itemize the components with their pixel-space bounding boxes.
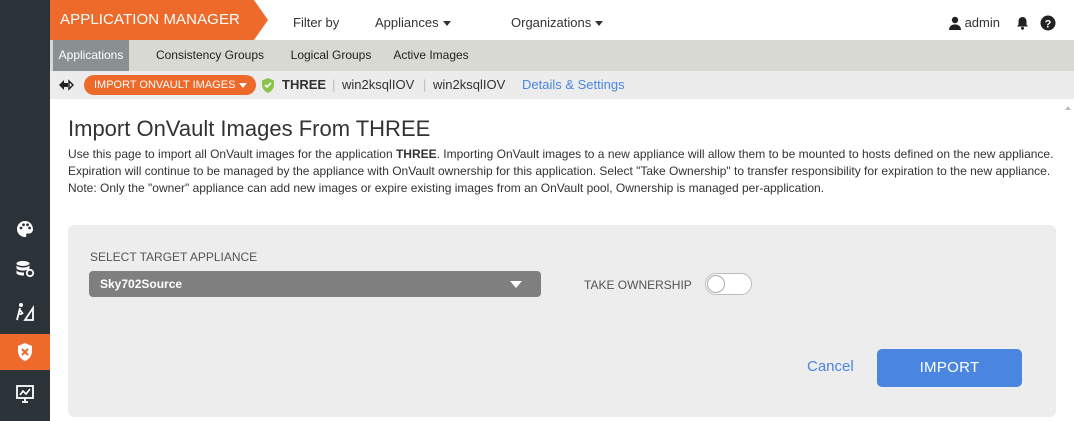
take-ownership-label: TAKE OWNERSHIP — [584, 278, 692, 292]
database-gear-icon[interactable] — [0, 251, 50, 287]
organizations-label: Organizations — [511, 15, 592, 30]
page-title: Import OnVault Images From THREE — [68, 116, 431, 141]
tab-bar: Applications Consistency Groups Logical … — [50, 40, 1074, 71]
help-icon[interactable]: ? — [1040, 15, 1056, 36]
monitor-chart-icon[interactable] — [0, 376, 50, 412]
breadcrumb: IMPORT ONVAULT IMAGES THREE | win2ksqlIO… — [50, 71, 1074, 99]
description-text-1: Use this page to import all OnVault imag… — [68, 147, 396, 161]
chevron-down-icon — [442, 21, 451, 27]
import-form-panel: SELECT TARGET APPLIANCE Sky702Source TAK… — [68, 225, 1056, 417]
application-name[interactable]: THREE — [282, 71, 326, 99]
target-appliance-value: Sky702Source — [100, 277, 183, 291]
import-onvault-images-menu[interactable]: IMPORT ONVAULT IMAGES — [84, 75, 256, 95]
workflow-icon[interactable] — [0, 294, 50, 330]
tab-applications[interactable]: Applications — [53, 40, 129, 71]
target-appliance-label: SELECT TARGET APPLIANCE — [90, 250, 258, 264]
svg-text:?: ? — [1045, 18, 1052, 30]
appliances-label: Appliances — [375, 15, 439, 30]
cancel-button[interactable]: Cancel — [807, 358, 854, 375]
page-description: Use this page to import all OnVault imag… — [68, 146, 1058, 197]
app-brand[interactable]: APPLICATION MANAGER — [50, 0, 268, 40]
import-onvault-images-label: IMPORT ONVAULT IMAGES — [94, 79, 236, 91]
scrollbar-up-arrow[interactable] — [1062, 100, 1074, 114]
tab-consistency-groups[interactable]: Consistency Groups — [145, 40, 275, 71]
breadcrumb-divider: | — [332, 77, 336, 92]
target-appliance-select[interactable]: Sky702Source — [89, 271, 541, 297]
details-settings-link[interactable]: Details & Settings — [522, 71, 625, 99]
bell-icon[interactable] — [1016, 16, 1029, 35]
take-ownership-toggle[interactable] — [705, 273, 752, 295]
left-nav-rail — [0, 0, 50, 421]
back-forward-icon[interactable] — [58, 78, 74, 97]
breadcrumb-divider: | — [423, 77, 427, 92]
top-bar: APPLICATION MANAGER Filter by Appliances… — [50, 0, 1074, 40]
chevron-down-icon — [510, 281, 522, 288]
user-icon[interactable] — [948, 16, 962, 35]
palette-icon[interactable] — [0, 211, 50, 247]
import-button[interactable]: IMPORT — [877, 349, 1022, 387]
toggle-knob — [707, 275, 725, 293]
chevron-down-icon — [595, 21, 604, 27]
shield-check-icon — [261, 77, 275, 98]
tab-active-images[interactable]: Active Images — [390, 40, 472, 71]
shield-icon[interactable] — [0, 334, 50, 370]
host-name-1[interactable]: win2ksqlIOV — [342, 71, 414, 99]
tab-logical-groups[interactable]: Logical Groups — [284, 40, 378, 71]
host-name-2[interactable]: win2ksqlIOV — [433, 71, 505, 99]
description-app-name: THREE — [395, 147, 437, 161]
chevron-down-icon — [239, 82, 248, 88]
